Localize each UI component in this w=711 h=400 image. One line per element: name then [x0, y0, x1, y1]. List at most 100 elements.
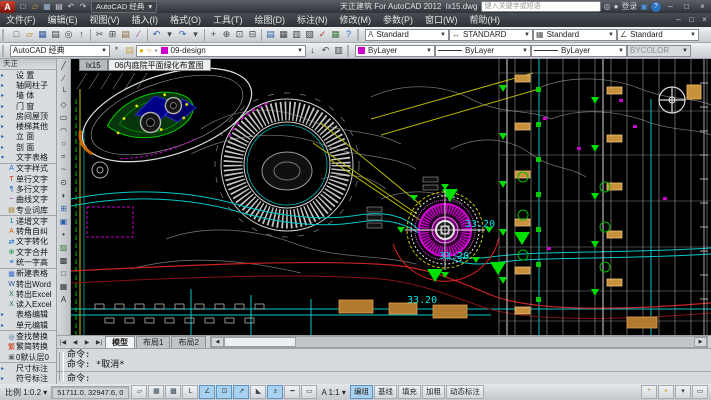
make-object-layer-current-icon[interactable]: ↓ [306, 44, 319, 57]
dyn-button[interactable]: ± [267, 385, 283, 399]
dynamic-annotation-toggle[interactable]: 动态标注 [446, 385, 484, 399]
command-window-grip[interactable] [59, 352, 64, 381]
prev-tab-button[interactable]: ◀ [69, 339, 81, 346]
scale-button[interactable]: 比例 1:0.2 ▾ [3, 387, 49, 398]
workspace-selector[interactable]: AutoCAD 经典 ▾ [91, 1, 157, 13]
table-style-combo[interactable]: ▦ Standard ▼ [533, 29, 617, 41]
layer-previous-icon[interactable]: ↶ [319, 44, 332, 57]
toolbar-icon[interactable] [147, 29, 148, 41]
annotation-scale-button[interactable]: A 1:1 ▾ [319, 388, 348, 397]
workspaces-combo[interactable]: AutoCAD 经典 ▼ [10, 45, 110, 57]
menu-view[interactable]: 视图(V) [84, 13, 126, 27]
sidebar-item-door-window[interactable]: ▸ 门 窗 [0, 101, 56, 111]
restore-button[interactable]: □ [680, 2, 693, 12]
layout2-tab[interactable]: 布局2 [171, 336, 205, 348]
close-button[interactable]: × [696, 2, 709, 12]
last-tab-button[interactable]: ▶| [93, 339, 105, 346]
sidebar-item-text-style[interactable]: A 文字样式 [0, 163, 56, 174]
quickcalc-icon[interactable]: ▦ [329, 28, 342, 41]
sidebar-item-text-convert[interactable]: ⇄ 文字转化 [0, 237, 56, 247]
designcenter-icon[interactable]: ▦ [277, 28, 290, 41]
group-toggle[interactable]: 编组 [350, 385, 373, 399]
region-icon[interactable]: □ [58, 268, 70, 280]
make-block-icon[interactable]: ▣ [58, 216, 70, 228]
sidebar-item-axis-grid[interactable]: ▸ 轴网柱子 [0, 80, 56, 90]
redo-icon[interactable]: ↷ [77, 1, 89, 12]
scroll-right-icon[interactable]: ▶ [694, 337, 707, 347]
rectangle-icon[interactable]: ▭ [58, 112, 70, 124]
command-window[interactable]: 命令: 命令: *取消* 命令: [57, 348, 711, 384]
toolbar-icon[interactable] [261, 29, 262, 41]
sidebar-item-unify-height[interactable]: ≡ 统一字高 [0, 257, 56, 267]
arc-icon[interactable]: ◠ [58, 125, 70, 137]
xline-icon[interactable]: ∕ [58, 73, 70, 85]
toolbar-icon[interactable] [90, 29, 91, 41]
toolbar-grip[interactable] [2, 29, 8, 41]
sidebar-item-default-layer[interactable]: ▣ 0默认层0 [0, 352, 56, 362]
clean-screen-icon[interactable]: ▭ [692, 385, 708, 399]
line-icon[interactable]: ╱ [58, 60, 70, 72]
sidebar-item-word-library[interactable]: ▤ 专业词库 [0, 205, 56, 215]
layer-states-icon[interactable]: ▥ [332, 44, 345, 57]
undo-list-icon[interactable]: ▾ [163, 28, 176, 41]
toolbar-icon[interactable] [204, 29, 205, 41]
next-tab-button[interactable]: ▶ [81, 339, 93, 346]
fill-toggle[interactable]: 填充 [398, 385, 421, 399]
qnew-icon[interactable]: □ [17, 1, 29, 12]
otrack-button[interactable]: ↗ [233, 385, 249, 399]
sidebar-item-mtext[interactable]: ¶ 多行文字 [0, 184, 56, 194]
screen-menu-header[interactable]: 天正 [0, 59, 56, 70]
mleader-style-combo[interactable]: ∠ Standard ▼ [617, 29, 699, 41]
table-icon[interactable]: ▦ [58, 281, 70, 293]
properties-icon[interactable]: ▤ [264, 28, 277, 41]
ortho-button[interactable]: L [182, 385, 198, 399]
sidebar-item-stair-other[interactable]: ▸ 楼梯其他 [0, 121, 56, 131]
toolbar-grip[interactable] [2, 45, 8, 57]
menu-parametric[interactable]: 参数(P) [377, 13, 419, 27]
menu-help[interactable]: 帮助(H) [464, 13, 507, 27]
sidebar-item-increment-text[interactable]: 1 递增文字 [0, 215, 56, 226]
gradient-icon[interactable]: ▩ [58, 255, 70, 267]
polar-button[interactable]: ∠ [199, 385, 215, 399]
zoom-realtime-icon[interactable]: ⊕ [220, 28, 233, 41]
scroll-left-icon[interactable]: ◀ [211, 337, 224, 347]
search-icon[interactable]: ◎ [604, 2, 611, 12]
publish-icon[interactable]: ↑ [75, 28, 88, 41]
user-icon[interactable]: ● [614, 2, 619, 12]
status-menu-arrow-icon[interactable]: ▾ [675, 385, 691, 399]
sidebar-item-cell-edit[interactable]: ▸ 单元编辑 [0, 320, 56, 330]
sidebar-item-table-edit[interactable]: ▸ 表格编辑 [0, 310, 56, 320]
hatch-icon[interactable]: ▨ [58, 242, 70, 254]
zoom-previous-icon[interactable]: ⊟ [246, 28, 259, 41]
first-tab-button[interactable]: |◀ [57, 339, 69, 346]
doc-restore-button[interactable]: □ [685, 15, 698, 25]
minimize-button[interactable]: – [664, 2, 677, 12]
sign-in-label[interactable]: 登录 [621, 2, 637, 12]
sidebar-item-trad-simp[interactable]: 繁 繁简转换 [0, 342, 56, 352]
toolbar-grip[interactable] [347, 45, 353, 57]
menu-tools[interactable]: 工具(T) [207, 13, 249, 27]
open-icon[interactable]: ▱ [29, 1, 41, 12]
revcloud-icon[interactable]: ≈ [58, 151, 70, 163]
menu-modify[interactable]: 修改(M) [334, 13, 378, 27]
horizontal-scrollbar[interactable]: ◀ ▶ [210, 336, 708, 348]
sidebar-item-wall[interactable]: ▸ 墙 体 [0, 91, 56, 101]
redo-list-icon[interactable]: ▾ [189, 28, 202, 41]
snap-button[interactable]: ▦ [148, 385, 164, 399]
tool-palettes-icon[interactable]: ▥ [290, 28, 303, 41]
exchange-apps-icon[interactable]: ▣ [640, 2, 648, 12]
help-icon[interactable]: ? [342, 28, 355, 41]
plot-icon[interactable]: ▤ [53, 1, 65, 12]
ducs-button[interactable]: ◣ [250, 385, 266, 399]
toolbar-grip[interactable] [357, 29, 363, 41]
layout1-tab[interactable]: 布局1 [136, 336, 170, 348]
autocad-logo-icon[interactable]: A [0, 1, 15, 13]
qp-button[interactable]: ▭ [301, 385, 317, 399]
ellipse-icon[interactable]: ⊙ [58, 177, 70, 189]
infer-constraints-button[interactable]: ▱ [131, 385, 147, 399]
sidebar-item-dimension[interactable]: ▸ 尺寸标注 [0, 362, 56, 373]
mtext-icon[interactable]: A [58, 294, 70, 306]
cut-icon[interactable]: ✂ [93, 28, 106, 41]
new-icon[interactable]: □ [10, 28, 23, 41]
drawing-canvas[interactable]: 33.20 33.20 33.20 [71, 59, 711, 335]
